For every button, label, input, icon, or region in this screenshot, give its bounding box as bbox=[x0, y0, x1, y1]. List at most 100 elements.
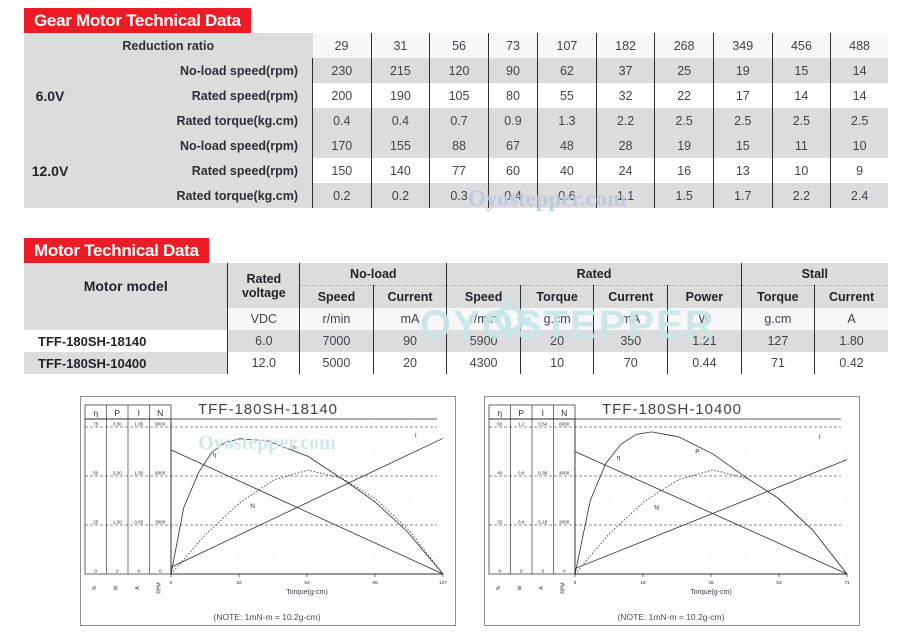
group-header-rated: Rated bbox=[446, 263, 742, 286]
gear-data-cell: 0.2 bbox=[312, 183, 372, 208]
reduction-ratio-value: 456 bbox=[772, 33, 832, 58]
gear-data-cell: 67 bbox=[488, 133, 539, 158]
grid-dot bbox=[204, 552, 206, 554]
grid-dot bbox=[204, 526, 206, 528]
scale-tick-label: 2000 bbox=[559, 520, 570, 525]
gear-row-label: Rated speed(rpm) bbox=[76, 83, 313, 108]
unit-cell: VDC bbox=[227, 308, 301, 330]
sub-header-power: Power bbox=[667, 285, 742, 308]
grid-dot bbox=[340, 422, 342, 424]
gear-data-cell: 170 bbox=[312, 133, 372, 158]
grid-dot bbox=[408, 448, 410, 450]
gear-data-cell: 48 bbox=[537, 133, 597, 158]
scale-tick-label: 1.00 bbox=[113, 520, 122, 525]
grid-dot bbox=[676, 474, 678, 476]
motor-data-cell: 1.80 bbox=[814, 330, 888, 352]
unit-cell: r/min bbox=[299, 308, 374, 330]
grid-dot bbox=[710, 474, 712, 476]
gear-data-cell: 150 bbox=[312, 158, 372, 183]
gear-data-cell: 0.9 bbox=[488, 108, 539, 133]
x-tick-label: 127 bbox=[439, 580, 447, 586]
gear-data-cell: 15 bbox=[713, 133, 773, 158]
motor-data-cell: 20 bbox=[373, 352, 448, 374]
gear-data-cell: 1.3 bbox=[537, 108, 597, 133]
reduction-ratio-value: 56 bbox=[429, 33, 489, 58]
unit-cell: W bbox=[667, 308, 742, 330]
reduction-ratio-value: 107 bbox=[537, 33, 597, 58]
scale-unit-label: % bbox=[496, 585, 502, 590]
grid-dot bbox=[204, 500, 206, 502]
series-curve-N bbox=[574, 451, 848, 575]
gear-data-cell: 16 bbox=[654, 158, 714, 183]
unit-cell: mA bbox=[593, 308, 669, 330]
grid-dot bbox=[778, 500, 780, 502]
gear-data-cell: 55 bbox=[537, 83, 597, 108]
scale-tick-label: 0.4 bbox=[518, 520, 525, 525]
voltage-group-label: 12.0V bbox=[24, 133, 76, 208]
series-label-N: N bbox=[654, 504, 659, 511]
sub-header-current: Current bbox=[373, 285, 448, 308]
grid-dot bbox=[408, 474, 410, 476]
grid-dot bbox=[812, 422, 814, 424]
sub-header-speed: Speed bbox=[446, 285, 521, 308]
gear-data-cell: 120 bbox=[429, 58, 489, 83]
scale-col-symbol: I bbox=[542, 408, 544, 418]
gear-data-cell: 2.4 bbox=[830, 183, 888, 208]
rated-voltage-header-line1: Rated bbox=[246, 271, 282, 286]
reduction-ratio-value: 31 bbox=[371, 33, 431, 58]
scale-col-symbol: η bbox=[93, 408, 98, 418]
scale-tick-label: 0 bbox=[159, 569, 162, 574]
gear-data-cell: 24 bbox=[596, 158, 656, 183]
table-row: Rated speed(rpm) 150 140 77 60 40 24 16 13 10 9 bbox=[24, 158, 888, 183]
table-row: VDC r/min mA r/min g.cm mA Wg.cm A bbox=[24, 308, 888, 330]
series-curve-η bbox=[170, 438, 444, 575]
grid-dot bbox=[408, 422, 410, 424]
table-row: TFF-180SH-10400 12.0 5000 20 4300 10 70 0.44 71 0… bbox=[24, 352, 888, 374]
motor-data-cell: 7000 bbox=[299, 330, 374, 352]
sub-header-torque: Torque bbox=[741, 285, 816, 308]
scale-tick-label: 9000 bbox=[155, 422, 166, 427]
grid-dot bbox=[778, 526, 780, 528]
motor-data-cell: 0.42 bbox=[814, 352, 888, 374]
motor-data-cell: 127 bbox=[741, 330, 816, 352]
x-axis-label: Torque(g-cm) bbox=[690, 589, 732, 596]
motor-model-header: Motor model bbox=[24, 263, 229, 308]
grid-dot bbox=[744, 422, 746, 424]
grid-dot bbox=[374, 552, 376, 554]
gear-data-cell: 14 bbox=[772, 83, 832, 108]
grid-dot bbox=[676, 422, 678, 424]
gear-data-cell: 2.5 bbox=[654, 108, 714, 133]
gear-data-cell: 1.7 bbox=[713, 183, 773, 208]
gear-row-label: No-load speed(rpm) bbox=[76, 133, 313, 158]
x-tick-label: 18 bbox=[640, 580, 646, 586]
grid-dot bbox=[676, 448, 678, 450]
chart-group: η 0 25 50 75% P 0 1.00 2.00 3.00 W I 0 0.65 1.30 1.95 A N… bbox=[84, 404, 447, 596]
scale-tick-label: 0.54 bbox=[538, 422, 547, 427]
gear-data-cell: 0.6 bbox=[537, 183, 597, 208]
rated-voltage-header: Rated voltage bbox=[227, 263, 301, 308]
grid-dot bbox=[846, 552, 848, 554]
gear-data-cell: 77 bbox=[429, 158, 489, 183]
motor-data-cell: 20 bbox=[520, 330, 595, 352]
gear-data-cell: 0.4 bbox=[371, 108, 431, 133]
gear-motor-section-title: Gear Motor Technical Data bbox=[24, 8, 251, 36]
gear-data-cell: 9 bbox=[830, 158, 888, 183]
series-curve-P bbox=[574, 469, 848, 575]
grid-dot bbox=[608, 500, 610, 502]
gear-row-label: Rated torque(kg.cm) bbox=[76, 108, 313, 133]
grid-dot bbox=[812, 552, 814, 554]
gear-data-cell: 0.2 bbox=[371, 183, 431, 208]
grid-dot bbox=[744, 448, 746, 450]
scale-tick-label: 0.36 bbox=[538, 471, 547, 476]
gear-data-cell: 14 bbox=[830, 83, 888, 108]
series-label-η: η bbox=[617, 454, 621, 461]
sub-header-current: Current bbox=[814, 285, 888, 308]
gear-data-cell: 25 bbox=[654, 58, 714, 83]
grid-dot bbox=[676, 500, 678, 502]
scale-col-symbol: P bbox=[114, 408, 120, 418]
scale-col-symbol: N bbox=[157, 408, 163, 418]
chart-title: TFF-180SH-18140 bbox=[197, 401, 339, 418]
grid-dot bbox=[846, 500, 848, 502]
scale-tick-label: 0 bbox=[498, 569, 501, 574]
grid-dot bbox=[710, 500, 712, 502]
